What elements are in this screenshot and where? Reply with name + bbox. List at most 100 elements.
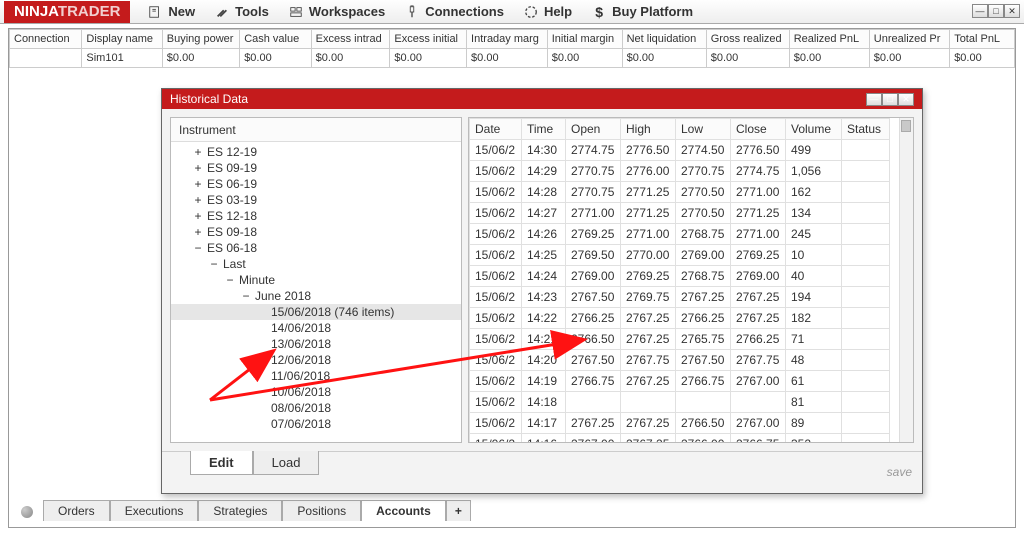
expand-icon[interactable]: +: [193, 161, 203, 175]
tab-executions[interactable]: Executions: [110, 500, 199, 521]
accounts-header-2[interactable]: Buying power: [162, 30, 239, 49]
hd-titlebar[interactable]: Historical Data — □ ✕: [162, 89, 922, 109]
grid-cell: [731, 392, 786, 413]
tree-row[interactable]: +ES 03-19: [171, 192, 461, 208]
grid-row[interactable]: 15/06/214:202767.502767.752767.502767.75…: [470, 350, 890, 371]
grid-row[interactable]: 15/06/214:292770.752776.002770.752774.75…: [470, 161, 890, 182]
hd-close-button[interactable]: ✕: [898, 93, 914, 106]
tab-positions[interactable]: Positions: [282, 500, 361, 521]
tree-item-label: 13/06/2018: [271, 337, 331, 351]
grid-row[interactable]: 15/06/214:222766.252767.252766.252767.25…: [470, 308, 890, 329]
accounts-header-9[interactable]: Gross realized: [706, 30, 789, 49]
grid-row[interactable]: 15/06/214:162767.002767.252766.002766.75…: [470, 434, 890, 443]
grid-row[interactable]: 15/06/214:272771.002771.252770.502771.25…: [470, 203, 890, 224]
instrument-tree[interactable]: +ES 12-19+ES 09-19+ES 06-19+ES 03-19+ES …: [171, 142, 461, 442]
tree-row[interactable]: −ES 06-18: [171, 240, 461, 256]
tab-add-button[interactable]: +: [446, 500, 471, 521]
tree-row[interactable]: 10/06/2018: [171, 384, 461, 400]
menu-new[interactable]: New: [138, 0, 205, 23]
main-close-button[interactable]: ✕: [1004, 4, 1020, 18]
grid-header-date[interactable]: Date: [470, 119, 522, 140]
accounts-header-0[interactable]: Connection: [10, 30, 82, 49]
tree-item-label: ES 09-18: [207, 225, 257, 239]
menu-tools[interactable]: Tools: [205, 0, 279, 23]
accounts-header-8[interactable]: Net liquidation: [622, 30, 706, 49]
grid-row[interactable]: 15/06/214:212766.502767.252765.752766.25…: [470, 329, 890, 350]
menu-buy-platform[interactable]: $ Buy Platform: [582, 0, 703, 23]
menu-workspaces[interactable]: Workspaces: [279, 0, 395, 23]
expand-icon[interactable]: +: [193, 145, 203, 159]
grid-header-high[interactable]: High: [621, 119, 676, 140]
grid-cell: [842, 203, 890, 224]
collapse-icon[interactable]: −: [209, 257, 219, 271]
tab-orders[interactable]: Orders: [43, 500, 110, 521]
tree-row[interactable]: +ES 09-19: [171, 160, 461, 176]
grid-row[interactable]: 15/06/214:262769.252771.002768.752771.00…: [470, 224, 890, 245]
tree-row[interactable]: −Minute: [171, 272, 461, 288]
grid-row[interactable]: 15/06/214:232767.502769.752767.252767.25…: [470, 287, 890, 308]
hd-window-controls: — □ ✕: [866, 93, 914, 106]
collapse-icon[interactable]: −: [225, 273, 235, 287]
grid-cell: [842, 350, 890, 371]
tree-row[interactable]: −Last: [171, 256, 461, 272]
grid-row[interactable]: 15/06/214:282770.752771.252770.502771.00…: [470, 182, 890, 203]
accounts-header-6[interactable]: Intraday marg: [467, 30, 548, 49]
grid-row[interactable]: 15/06/214:252769.502770.002769.002769.25…: [470, 245, 890, 266]
grid-header-low[interactable]: Low: [676, 119, 731, 140]
grid-row[interactable]: 15/06/214:172767.252767.252766.502767.00…: [470, 413, 890, 434]
accounts-header-4[interactable]: Excess intrad: [311, 30, 390, 49]
tree-row[interactable]: 12/06/2018: [171, 352, 461, 368]
accounts-header-11[interactable]: Unrealized Pr: [869, 30, 949, 49]
historical-data-window: Historical Data — □ ✕ Instrument +ES 12-…: [161, 88, 923, 494]
accounts-header-3[interactable]: Cash value: [240, 30, 311, 49]
tree-row[interactable]: +ES 12-18: [171, 208, 461, 224]
tree-row[interactable]: −June 2018: [171, 288, 461, 304]
collapse-icon[interactable]: −: [241, 289, 251, 303]
menu-connections[interactable]: Connections: [395, 0, 514, 23]
hd-tab-load[interactable]: Load: [253, 451, 320, 475]
collapse-icon[interactable]: −: [193, 241, 203, 255]
save-label[interactable]: save: [887, 465, 912, 479]
tab-accounts[interactable]: Accounts: [361, 500, 446, 521]
hd-maximize-button[interactable]: □: [882, 93, 898, 106]
tree-row[interactable]: + ES 09-18: [171, 224, 461, 240]
tree-row[interactable]: 07/06/2018: [171, 416, 461, 432]
accounts-header-5[interactable]: Excess initial: [390, 30, 467, 49]
tree-row[interactable]: 08/06/2018: [171, 400, 461, 416]
grid-header-open[interactable]: Open: [566, 119, 621, 140]
accounts-cell-9: $0.00: [706, 49, 789, 68]
main-maximize-button[interactable]: □: [988, 4, 1004, 18]
grid-row[interactable]: 15/06/214:242769.002769.252768.752769.00…: [470, 266, 890, 287]
tab-strategies[interactable]: Strategies: [198, 500, 282, 521]
grid-header-volume[interactable]: Volume: [786, 119, 842, 140]
tree-row[interactable]: 15/06/2018 (746 items): [171, 304, 461, 320]
hd-tab-edit[interactable]: Edit: [190, 451, 253, 475]
hd-minimize-button[interactable]: —: [866, 93, 882, 106]
expand-icon[interactable]: +: [193, 177, 203, 191]
tree-row[interactable]: 14/06/2018: [171, 320, 461, 336]
main-minimize-button[interactable]: —: [972, 4, 988, 18]
expand-icon[interactable]: +: [193, 209, 203, 223]
menu-help[interactable]: Help: [514, 0, 582, 23]
tree-row[interactable]: +ES 06-19: [171, 176, 461, 192]
accounts-header-12[interactable]: Total PnL: [950, 30, 1015, 49]
grid-row[interactable]: 15/06/214:1881: [470, 392, 890, 413]
tree-row[interactable]: +ES 12-19: [171, 144, 461, 160]
accounts-header-7[interactable]: Initial margin: [547, 30, 622, 49]
grid-row[interactable]: 15/06/214:302774.752776.502774.502776.50…: [470, 140, 890, 161]
grid-cell: 2776.00: [621, 161, 676, 182]
accounts-header-10[interactable]: Realized PnL: [789, 30, 869, 49]
grid-row[interactable]: 15/06/214:192766.752767.252766.752767.00…: [470, 371, 890, 392]
accounts-header-1[interactable]: Display name: [82, 30, 162, 49]
tree-row[interactable]: 13/06/2018: [171, 336, 461, 352]
grid-cell: 15/06/2: [470, 287, 522, 308]
data-scrollbar[interactable]: [899, 118, 913, 442]
expand-icon[interactable]: +: [193, 225, 203, 239]
grid-header-time[interactable]: Time: [522, 119, 566, 140]
data-grid[interactable]: DateTimeOpenHighLowCloseVolumeStatus 15/…: [469, 118, 890, 442]
grid-header-close[interactable]: Close: [731, 119, 786, 140]
tree-item-label: 07/06/2018: [271, 417, 331, 431]
grid-header-status[interactable]: Status: [842, 119, 890, 140]
tree-row[interactable]: 11/06/2018: [171, 368, 461, 384]
expand-icon[interactable]: +: [193, 193, 203, 207]
